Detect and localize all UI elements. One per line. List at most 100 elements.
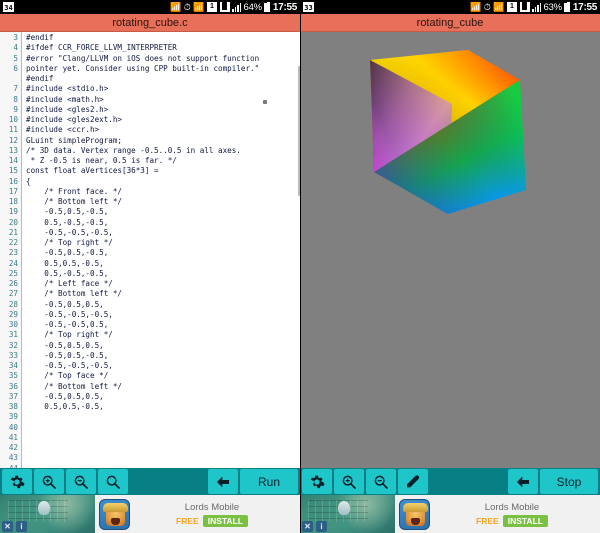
ad-app-icon — [399, 498, 430, 530]
line-number: 30 — [8, 320, 18, 329]
back-button[interactable] — [508, 469, 538, 494]
code-line: /* Top right */ — [26, 330, 113, 340]
ad-info-icon[interactable]: i — [16, 521, 27, 532]
line-number: 24 — [8, 258, 18, 268]
ad-content[interactable]: Lords Mobile FREE INSTALL — [395, 495, 600, 533]
caret-handle[interactable] — [263, 100, 267, 104]
search-icon — [106, 475, 120, 489]
line-number: 13 — [8, 145, 18, 155]
line-number: 11 — [8, 125, 18, 135]
device-screen: 34 📶 ⏱ 📶 1 █ 64% 17:55 rotating_cube.c 3… — [0, 0, 600, 533]
battery-percent-label: 64% — [243, 1, 263, 13]
arrow-left-icon — [517, 476, 529, 487]
left-ad-banner[interactable]: ✕ i Lords Mobile FREE INSTALL — [0, 495, 300, 533]
run-button-label: Run — [257, 474, 280, 489]
search-button[interactable] — [98, 469, 128, 494]
signal-boxed-icon: █ — [219, 2, 230, 12]
line-number: 5 — [13, 53, 18, 63]
code-line: #include <math.h> — [26, 94, 104, 104]
ad-content[interactable]: Lords Mobile FREE INSTALL — [95, 495, 300, 533]
code-line: /* Bottom left */ — [26, 289, 123, 299]
line-number: 16 — [8, 176, 18, 186]
right-pane-output: 33 📶 ⏱ 📶 1 █ 63% 17:55 rotating_cube Sto… — [300, 0, 600, 533]
ad-close-icon[interactable]: ✕ — [302, 521, 313, 532]
zoom-in-button[interactable] — [34, 469, 64, 494]
ad-info-icon[interactable]: i — [316, 521, 327, 532]
alarm-icon: ⏱ — [483, 1, 491, 12]
wifi-icon: 📶 — [193, 1, 205, 12]
right-ad-banner[interactable]: ✕ i Lords Mobile FREE INSTALL — [300, 495, 600, 533]
left-title-bar: rotating_cube.c — [0, 14, 300, 32]
gear-icon — [310, 475, 325, 488]
signal-boxed-icon: █ — [519, 2, 530, 12]
ad-controls: ✕ i — [2, 521, 27, 532]
line-number: 9 — [13, 104, 18, 114]
code-line: 0.5,-0.5,-0.5, — [26, 217, 109, 227]
line-number: 35 — [8, 371, 18, 381]
zoom-in-button[interactable] — [334, 469, 364, 494]
signal-icon — [232, 2, 241, 12]
line-number: 19 — [8, 207, 18, 217]
line-number: 8 — [13, 94, 18, 104]
line-number: 4 — [13, 43, 18, 53]
status-clock: 17:55 — [572, 1, 597, 13]
line-number: 38 — [8, 402, 18, 411]
line-number: 29 — [8, 309, 18, 319]
line-number: 22 — [8, 238, 18, 247]
ad-icon-helmet — [103, 502, 128, 512]
ad-icon-helmet — [403, 502, 428, 512]
ad-icon-mouth — [111, 517, 120, 525]
sim-icon: 1 — [207, 2, 217, 12]
line-number: 42 — [8, 443, 18, 452]
code-line: * Z -0.5 is near, 0.5 is far. */ — [26, 156, 177, 165]
code-line: { — [26, 176, 31, 186]
line-number: 40 — [8, 422, 18, 432]
code-line: #error "Clang/LLVM on iOS does not suppo… — [26, 53, 260, 63]
code-line: /* Bottom left */ — [26, 381, 123, 391]
gear-icon — [10, 475, 25, 488]
stop-button[interactable]: Stop — [540, 469, 598, 494]
code-line: #endif — [26, 74, 54, 83]
zoom-out-button[interactable] — [366, 469, 396, 494]
code-line: #include <stdio.h> — [26, 84, 109, 94]
ad-title: Lords Mobile — [484, 501, 540, 513]
code-line: /* Top face */ — [26, 371, 109, 381]
run-button[interactable]: Run — [240, 469, 298, 494]
ad-text-block: Lords Mobile FREE INSTALL — [430, 502, 600, 527]
line-number: 10 — [8, 115, 18, 124]
page-title: rotating_cube.c — [112, 16, 188, 29]
line-number: 3 — [13, 33, 18, 42]
zoom-out-button[interactable] — [66, 469, 96, 494]
status-system-icons: 📶 ⏱ 📶 1 █ 64% 17:55 — [170, 1, 297, 13]
code-text-area[interactable]: #endif #ifdef CCR_FORCE_LLVM_INTERPRETER #… — [22, 32, 300, 468]
ad-close-icon[interactable]: ✕ — [2, 521, 13, 532]
line-number: 12 — [8, 135, 18, 145]
zoom-in-icon — [42, 475, 56, 489]
code-editor[interactable]: 3456 7 8 9 10 11 12 13 14 15 16 17 18 19 20 21 22 23 24 25… — [0, 32, 300, 468]
brush-button[interactable] — [398, 469, 428, 494]
code-line: -0.5,0.5,0.5, — [26, 391, 104, 401]
line-number: 23 — [8, 248, 18, 258]
settings-button[interactable] — [302, 469, 332, 494]
code-line: const float aVertices[36*3] = — [26, 166, 159, 176]
pane-divider — [300, 0, 301, 533]
ad-cta-row: FREE INSTALL — [430, 514, 594, 527]
status-system-icons-right: 📶 ⏱ 📶 1 █ 63% 17:55 — [470, 1, 597, 13]
ad-install-button[interactable]: INSTALL — [202, 514, 248, 527]
ad-artwork: ✕ i — [0, 495, 95, 533]
line-number: 28 — [8, 299, 18, 309]
right-status-bar: 33 📶 ⏱ 📶 1 █ 63% 17:55 — [300, 0, 600, 14]
gl-render-canvas[interactable] — [300, 32, 600, 468]
code-line: #include <gles2.h> — [26, 104, 109, 114]
status-notifications: 34 — [3, 2, 14, 12]
ad-install-button[interactable]: INSTALL — [502, 514, 548, 527]
ad-price-label: FREE — [476, 515, 499, 526]
ad-controls: ✕ i — [302, 521, 327, 532]
back-button[interactable] — [208, 469, 238, 494]
stop-button-label: Stop — [556, 474, 582, 489]
right-title-bar: rotating_cube — [300, 14, 600, 32]
code-line: 0.5,-0.5,-0.5, — [26, 268, 109, 278]
line-number: 41 — [8, 432, 18, 442]
battery-icon — [264, 1, 271, 12]
settings-button[interactable] — [2, 469, 32, 494]
